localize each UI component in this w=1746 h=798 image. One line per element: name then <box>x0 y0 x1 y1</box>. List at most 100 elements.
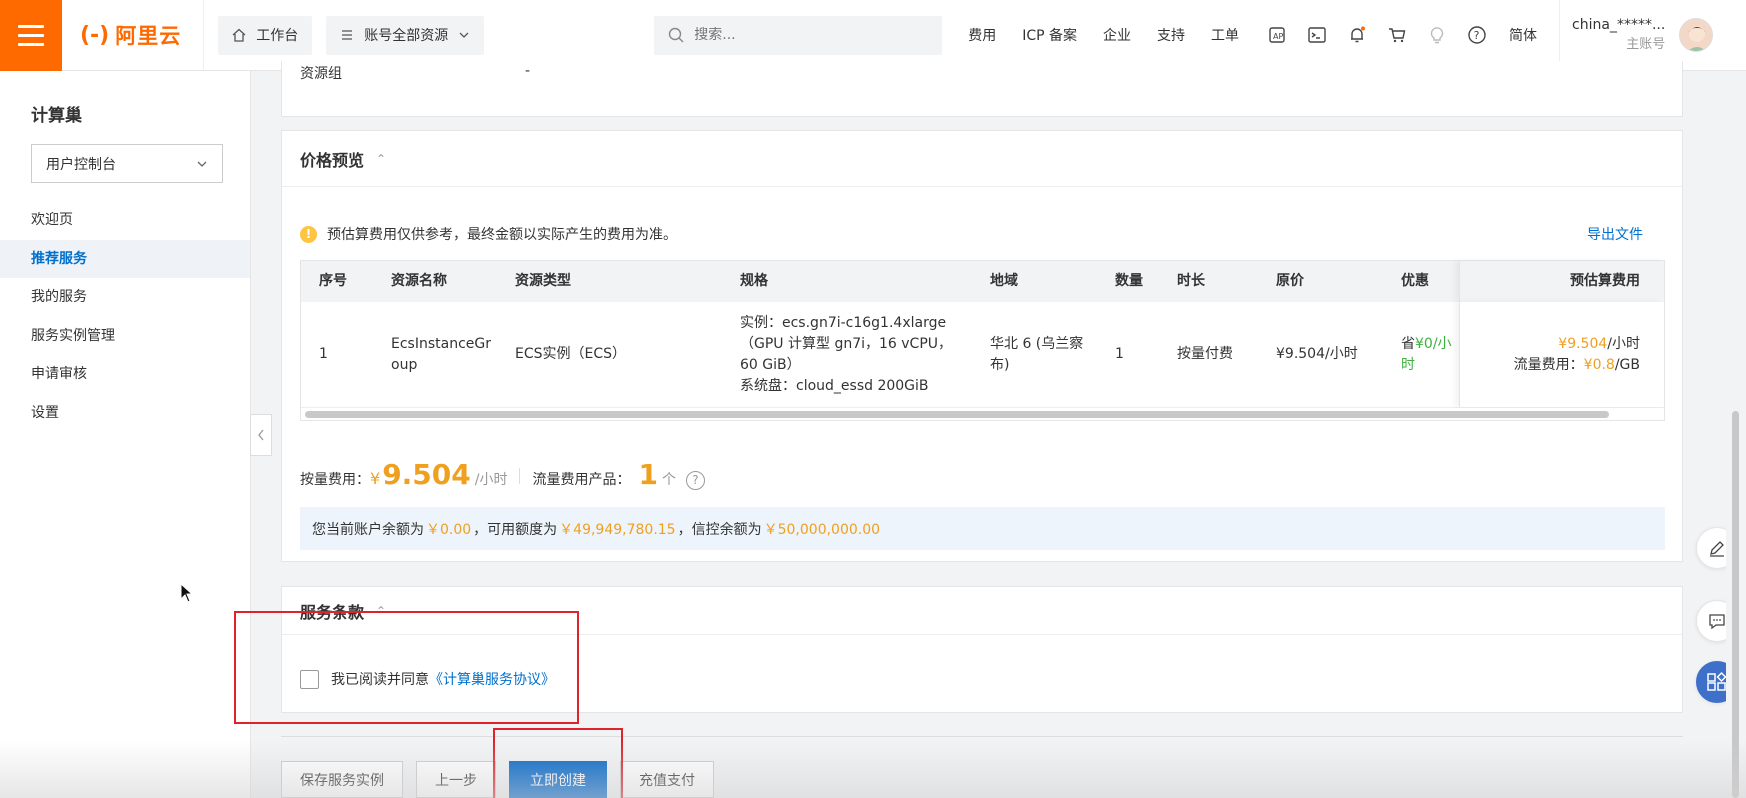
page-vertical-scrollbar[interactable] <box>1726 71 1746 798</box>
col-spec: 规格 <box>740 273 768 289</box>
resource-info-card: 资源组 - <box>281 61 1683 117</box>
row-spec-line2: （GPU 计算型 gn7i，16 vCPU， <box>740 335 953 352</box>
est-price: ¥9.504 <box>1558 335 1608 352</box>
pay-summary: 按量费用： ¥ 9.504 /小时 流量费用产品： 1 个 ? <box>300 458 705 491</box>
user-menu[interactable]: china_*****... 主账号 <box>1559 0 1714 71</box>
row-name: EcsInstanceGr oup <box>373 334 497 376</box>
warning-icon: ! <box>300 225 317 243</box>
chevron-down-icon <box>197 161 207 167</box>
sidebar-title: 计算巢 <box>31 106 82 126</box>
menu-hamburger-button[interactable] <box>0 0 62 71</box>
col-original-price: 原价 <box>1276 273 1304 289</box>
lightbulb-icon[interactable] <box>1427 25 1447 45</box>
app-icon[interactable]: AP <box>1267 25 1287 45</box>
scrollbar-thumb[interactable] <box>1732 411 1739 798</box>
sidebar-item-recommended[interactable]: 推荐服务 <box>0 239 250 278</box>
sidebar: 计算巢 用户控制台 欢迎页 推荐服务 我的服务 服务实例管理 申请审核 设置 <box>0 71 251 798</box>
sidebar-item-welcome[interactable]: 欢迎页 <box>0 201 250 240</box>
chevron-down-icon <box>459 32 469 38</box>
home-icon <box>232 28 246 42</box>
svg-text:AP: AP <box>1273 32 1283 41</box>
user-name: china_*****... <box>1572 17 1666 33</box>
col-estimated-cost: 预估算费用 <box>1459 261 1664 302</box>
row-duration: 按量付费 <box>1177 346 1233 362</box>
sidebar-item-my-services[interactable]: 我的服务 <box>0 278 250 317</box>
col-name: 资源名称 <box>391 273 447 289</box>
aliyun-logo[interactable]: (-) 阿里云 <box>62 0 205 71</box>
table-horizontal-scrollbar[interactable] <box>301 408 1664 420</box>
question-icon[interactable]: ? <box>685 470 705 490</box>
sidebar-item-approvals[interactable]: 申请审核 <box>0 355 250 394</box>
export-file-link[interactable]: 导出文件 <box>1587 224 1643 244</box>
row-spec-line4: 系统盘：cloud_essd 200GiB <box>740 377 929 394</box>
svg-text:?: ? <box>1474 29 1480 42</box>
table-row: 1 EcsInstanceGr oup ECS实例（ECS） 实例：ecs.gn… <box>301 302 1664 408</box>
row-name-line2: oup <box>391 356 418 373</box>
row-region: 华北 6 (乌兰察 布) <box>972 334 1097 376</box>
col-type: 资源类型 <box>515 273 571 289</box>
chat-icon <box>1709 614 1725 630</box>
help-icon[interactable]: ? <box>1467 25 1487 45</box>
pay-currency: ¥ <box>370 469 381 488</box>
col-quantity: 数量 <box>1115 273 1143 289</box>
row-spec-line3: 60 GiB） <box>740 356 801 373</box>
highlight-box-create <box>493 728 623 798</box>
global-search[interactable] <box>654 15 943 55</box>
col-duration: 时长 <box>1177 273 1205 289</box>
pay-unit: /小时 <box>474 472 508 488</box>
sidebar-item-settings[interactable]: 设置 <box>0 394 250 433</box>
traffic-unit: /GB <box>1614 356 1640 373</box>
link-icp[interactable]: ICP 备案 <box>1022 25 1077 45</box>
available-credit-value: ￥49,949,780.15 <box>559 521 676 538</box>
resource-group-label: 资源组 <box>300 66 342 82</box>
row-spec-line1: 实例：ecs.gn7i-c16g1.4xlarge <box>740 314 947 331</box>
resource-group-dropdown[interactable]: 账号全部资源 <box>326 15 485 55</box>
scrollbar-thumb[interactable] <box>305 411 1609 418</box>
user-role: 主账号 <box>1626 37 1666 52</box>
traffic-products-unit: 个 <box>661 472 676 488</box>
workbench-button[interactable]: 工作台 <box>218 15 313 55</box>
row-quantity: 1 <box>1115 346 1124 362</box>
console-select[interactable]: 用户控制台 <box>31 144 223 183</box>
row-spec: 实例：ecs.gn7i-c16g1.4xlarge （GPU 计算型 gn7i，… <box>722 313 972 397</box>
avatar[interactable] <box>1679 18 1714 52</box>
cart-icon[interactable] <box>1387 25 1407 45</box>
bell-icon[interactable] <box>1347 25 1367 45</box>
highlight-box-agreement <box>234 611 579 724</box>
aliyun-logo-icon: (-) <box>80 22 110 48</box>
resource-group-label: 账号全部资源 <box>364 28 449 44</box>
traffic-label: 流量费用： <box>1513 356 1584 373</box>
link-billing[interactable]: 费用 <box>968 25 996 45</box>
col-region: 地域 <box>990 273 1018 289</box>
est-unit: /小时 <box>1607 335 1640 352</box>
sidebar-item-instances[interactable]: 服务实例管理 <box>0 317 250 356</box>
traffic-products-count: 1 <box>638 458 658 491</box>
workbench-label: 工作台 <box>256 28 299 44</box>
col-index: 序号 <box>319 273 347 289</box>
row-discount: 省¥0/小时 <box>1383 334 1463 376</box>
traffic-products-label: 流量费用产品： <box>532 472 631 488</box>
row-region-line2: 布) <box>990 356 1010 373</box>
language-switch[interactable]: 简体 <box>1509 25 1537 45</box>
balance-text-2: ，可用额度为 <box>473 521 558 538</box>
save-instance-button[interactable]: 保存服务实例 <box>281 761 403 798</box>
terminal-icon[interactable] <box>1307 25 1327 45</box>
divider <box>519 468 521 484</box>
previous-step-button[interactable]: 上一步 <box>416 761 496 798</box>
price-preview-header[interactable]: 价格预览 ⌃ <box>282 131 1682 187</box>
search-input[interactable] <box>694 27 915 43</box>
account-balance-bar: 您当前账户余额为 ￥0.00 ，可用额度为 ￥49,949,780.15 ，信控… <box>300 507 1665 550</box>
price-preview-card: 价格预览 ⌃ ! 预估算费用仅供参考，最终金额以实际产生的费用为准。 导出文件 … <box>281 130 1683 562</box>
balance-text-1: 您当前账户余额为 <box>312 521 424 538</box>
recharge-button[interactable]: 充值支付 <box>620 761 714 798</box>
row-name-line1: EcsInstanceGr <box>391 335 491 352</box>
row-region-line1: 华北 6 (乌兰察 <box>990 335 1084 352</box>
divider <box>281 736 1683 737</box>
link-ticket[interactable]: 工单 <box>1211 25 1239 45</box>
link-enterprise[interactable]: 企业 <box>1103 25 1131 45</box>
row-type: ECS实例（ECS） <box>515 346 627 362</box>
resource-group-value: - <box>525 63 531 79</box>
credit-balance-value: ￥50,000,000.00 <box>763 521 881 538</box>
link-support[interactable]: 支持 <box>1157 25 1185 45</box>
row-estimated-cost: ¥9.504/小时 流量费用：¥0.8/GB <box>1459 302 1664 407</box>
